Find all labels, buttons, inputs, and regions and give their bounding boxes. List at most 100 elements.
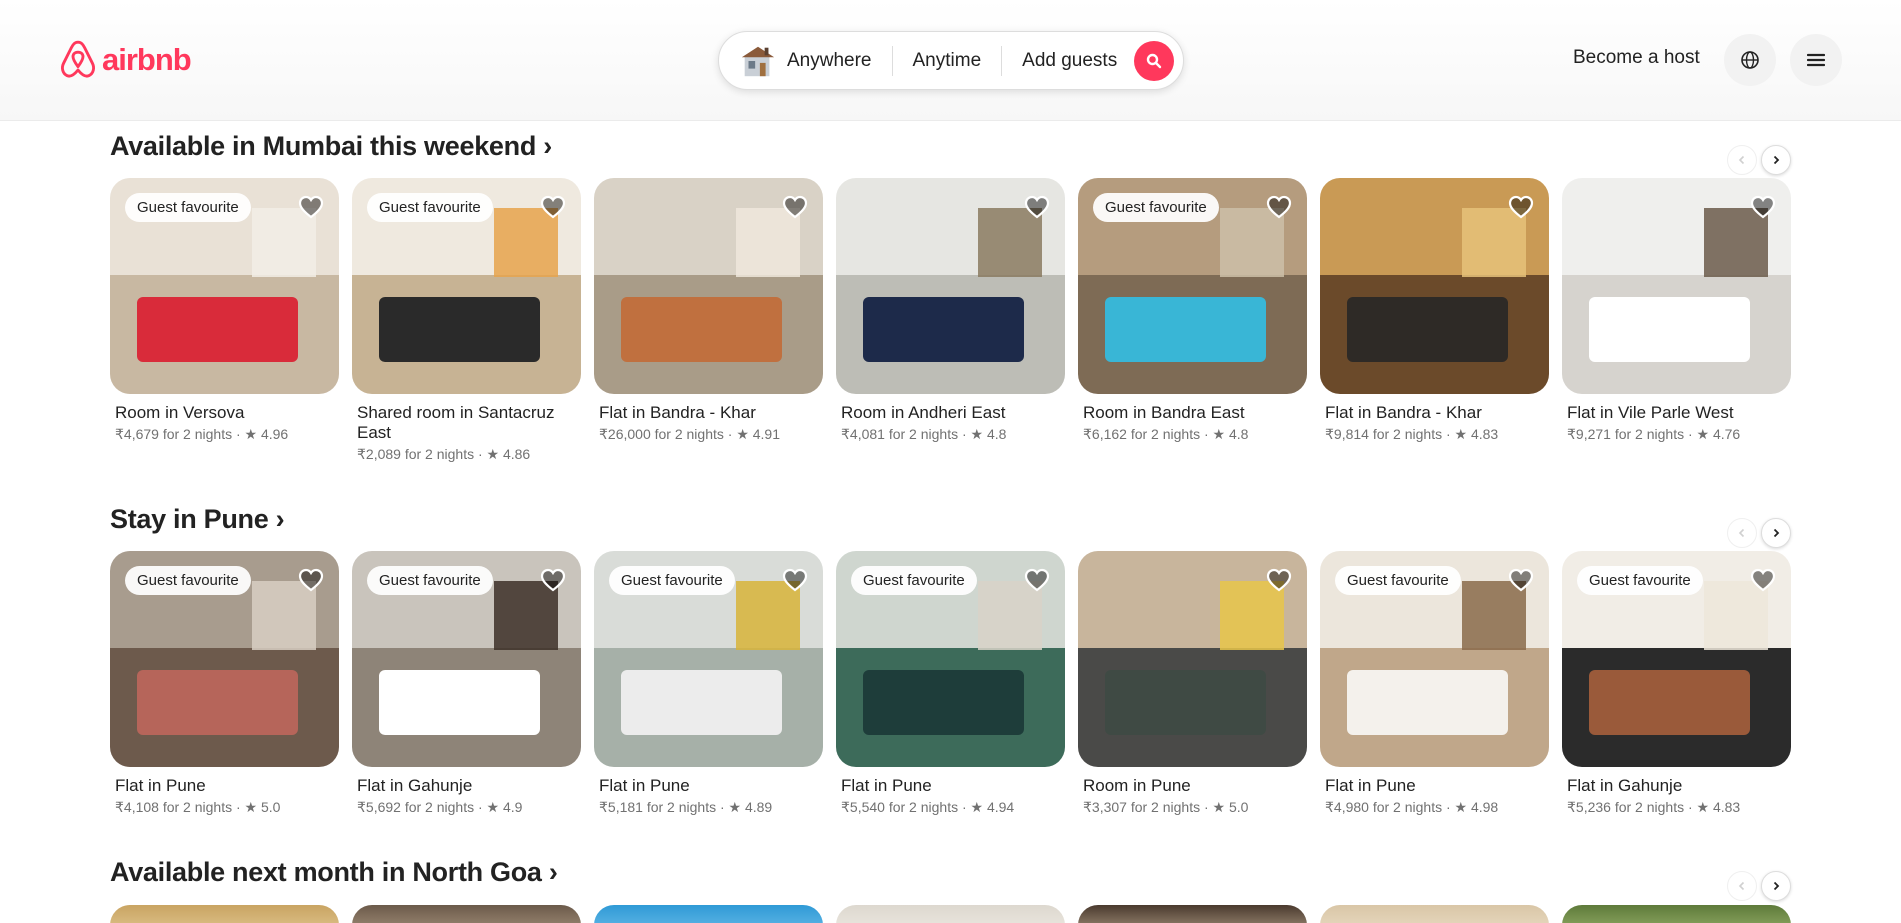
listing-photo[interactable] (1562, 178, 1791, 394)
listing-card[interactable]: Guest favourite Room in Bandra East ₹6,162… (1078, 178, 1307, 463)
listing-photo[interactable]: Guest favourite (110, 551, 339, 767)
chevron-right-icon (1773, 881, 1780, 891)
carousel-next-button[interactable] (1761, 871, 1791, 901)
listing-photo[interactable] (594, 178, 823, 394)
heart-icon[interactable] (1507, 193, 1535, 221)
search-where[interactable]: Anywhere (777, 31, 892, 90)
listing-photo[interactable]: Guest favourite (1320, 551, 1549, 767)
listing-title: Shared room in Santacruz East (357, 403, 555, 442)
heart-icon[interactable] (539, 193, 567, 221)
airbnb-logo-icon (61, 40, 95, 78)
section-mumbai-weekend: Available in Mumbai this weekend › Guest… (110, 131, 1791, 462)
listing-card[interactable]: Flat in Bandra - Khar ₹26,000 for 2 night… (594, 178, 823, 463)
listing-photo[interactable]: Guest favourite (1078, 178, 1307, 394)
listing-photo[interactable] (594, 905, 823, 923)
hamburger-menu-icon (1807, 53, 1825, 67)
listing-photo[interactable]: Guest favourite (1562, 551, 1791, 767)
listing-title: Flat in Pune (1325, 776, 1416, 795)
listing-photo[interactable] (1562, 905, 1791, 923)
listing-card[interactable]: Room in Pune ₹3,307 for 2 nights · ★ 5.0 (1078, 551, 1307, 816)
carousel-next-button[interactable] (1761, 145, 1791, 175)
heart-icon[interactable] (297, 193, 325, 221)
listing-photo[interactable] (1078, 905, 1307, 923)
section-title[interactable]: Available next month in North Goa › (110, 857, 1790, 888)
listing-photo[interactable] (1078, 551, 1307, 767)
listing-card[interactable]: Room in Andheri East ₹4,081 for 2 nights … (836, 178, 1065, 463)
heart-icon[interactable] (1023, 193, 1051, 221)
heart-icon[interactable] (539, 566, 567, 594)
listing-photo[interactable]: Guest favourite (594, 551, 823, 767)
section-title[interactable]: Stay in Pune › (110, 504, 1790, 535)
listing-title: Flat in Bandra - Khar (1325, 403, 1482, 422)
search-guests[interactable]: Add guests (1002, 31, 1137, 90)
listing-title: Flat in Pune (841, 776, 932, 795)
listing-photo[interactable]: Guest favourite (352, 551, 581, 767)
heart-icon[interactable] (297, 566, 325, 594)
carousel-prev-button[interactable] (1727, 145, 1757, 175)
listing-photo[interactable] (1320, 178, 1549, 394)
guest-favourite-badge: Guest favourite (125, 566, 251, 595)
guest-favourite-badge: Guest favourite (125, 193, 251, 222)
heart-icon[interactable] (1265, 566, 1293, 594)
listing-photo[interactable] (110, 905, 339, 923)
heart-icon[interactable] (1749, 193, 1777, 221)
heart-icon[interactable] (1507, 566, 1535, 594)
listing-card[interactable]: Guest favourite Room in Versova ₹4,679 for… (110, 178, 339, 463)
listing-price-rating: ₹9,814 for 2 nights · ★ 4.83 (1325, 426, 1499, 442)
guest-favourite-badge: Guest favourite (367, 193, 493, 222)
search-button[interactable] (1134, 41, 1174, 81)
airbnb-logo[interactable]: airbnb (60, 40, 192, 80)
listing-title: Flat in Pune (115, 776, 206, 795)
top-header: airbnb Anywhere Anytime Add guests Becom… (0, 0, 1901, 121)
listing-card[interactable]: Guest favourite Flat in Pune ₹5,540 for 2 … (836, 551, 1065, 816)
listing-card[interactable]: Flat in Bandra - Khar ₹9,814 for 2 nights… (1320, 178, 1549, 463)
listing-photo[interactable]: Guest favourite (836, 551, 1065, 767)
listing-price-rating: ₹4,081 for 2 nights · ★ 4.8 (841, 426, 1007, 442)
carousel-prev-button[interactable] (1727, 518, 1757, 548)
listing-card[interactable]: Guest favourite Flat in Pune ₹4,108 for 2 … (110, 551, 339, 816)
listing-photo[interactable] (1320, 905, 1549, 923)
listing-photo[interactable] (836, 905, 1065, 923)
language-button[interactable] (1724, 34, 1776, 86)
listing-title: Flat in Bandra - Khar (599, 403, 756, 422)
listing-title: Room in Pune (1083, 776, 1191, 795)
listing-carousel: Guest favourite Room in Versova ₹4,679 for… (110, 178, 1791, 463)
listing-card[interactable]: Guest favourite Flat in Gahunje ₹5,692 for… (352, 551, 581, 816)
heart-icon[interactable] (1265, 193, 1293, 221)
listing-carousel-peek (110, 905, 1791, 923)
heart-icon[interactable] (781, 566, 809, 594)
listing-price-rating: ₹5,540 for 2 nights · ★ 4.94 (841, 799, 1015, 815)
listing-title: Room in Versova (115, 403, 245, 422)
search-icon (1146, 53, 1162, 69)
guest-favourite-badge: Guest favourite (1577, 566, 1703, 595)
carousel-next-button[interactable] (1761, 518, 1791, 548)
listing-card[interactable]: Guest favourite Flat in Pune ₹4,980 for 2 … (1320, 551, 1549, 816)
chevron-left-icon (1738, 528, 1745, 538)
heart-icon[interactable] (1023, 566, 1051, 594)
become-host-link[interactable]: Become a host (1573, 47, 1700, 69)
listing-photo[interactable] (352, 905, 581, 923)
listing-price-rating: ₹9,271 for 2 nights · ★ 4.76 (1567, 426, 1741, 442)
search-when[interactable]: Anytime (893, 31, 1002, 90)
listing-card[interactable]: Guest favourite Flat in Pune ₹5,181 for 2 … (594, 551, 823, 816)
carousel-prev-button[interactable] (1727, 871, 1757, 901)
guest-favourite-badge: Guest favourite (851, 566, 977, 595)
menu-button[interactable] (1790, 34, 1842, 86)
listing-card[interactable]: Guest favourite Shared room in Santacruz … (352, 178, 581, 463)
listing-price-rating: ₹4,679 for 2 nights · ★ 4.96 (115, 426, 289, 442)
section-title[interactable]: Available in Mumbai this weekend › (110, 131, 1790, 162)
listing-price-rating: ₹2,089 for 2 nights · ★ 4.86 (357, 446, 531, 462)
search-bar[interactable]: Anywhere Anytime Add guests (718, 31, 1184, 90)
chevron-left-icon (1738, 155, 1745, 165)
listing-title: Flat in Pune (599, 776, 690, 795)
listing-card[interactable]: Guest favourite Flat in Gahunje ₹5,236 for… (1562, 551, 1791, 816)
listing-photo[interactable] (836, 178, 1065, 394)
listing-price-rating: ₹5,692 for 2 nights · ★ 4.9 (357, 799, 523, 815)
listing-photo[interactable]: Guest favourite (110, 178, 339, 394)
listing-card[interactable]: Flat in Vile Parle West ₹9,271 for 2 nigh… (1562, 178, 1791, 463)
heart-icon[interactable] (781, 193, 809, 221)
listing-price-rating: ₹4,108 for 2 nights · ★ 5.0 (115, 799, 281, 815)
listing-photo[interactable]: Guest favourite (352, 178, 581, 394)
listing-title: Flat in Gahunje (357, 776, 473, 795)
heart-icon[interactable] (1749, 566, 1777, 594)
